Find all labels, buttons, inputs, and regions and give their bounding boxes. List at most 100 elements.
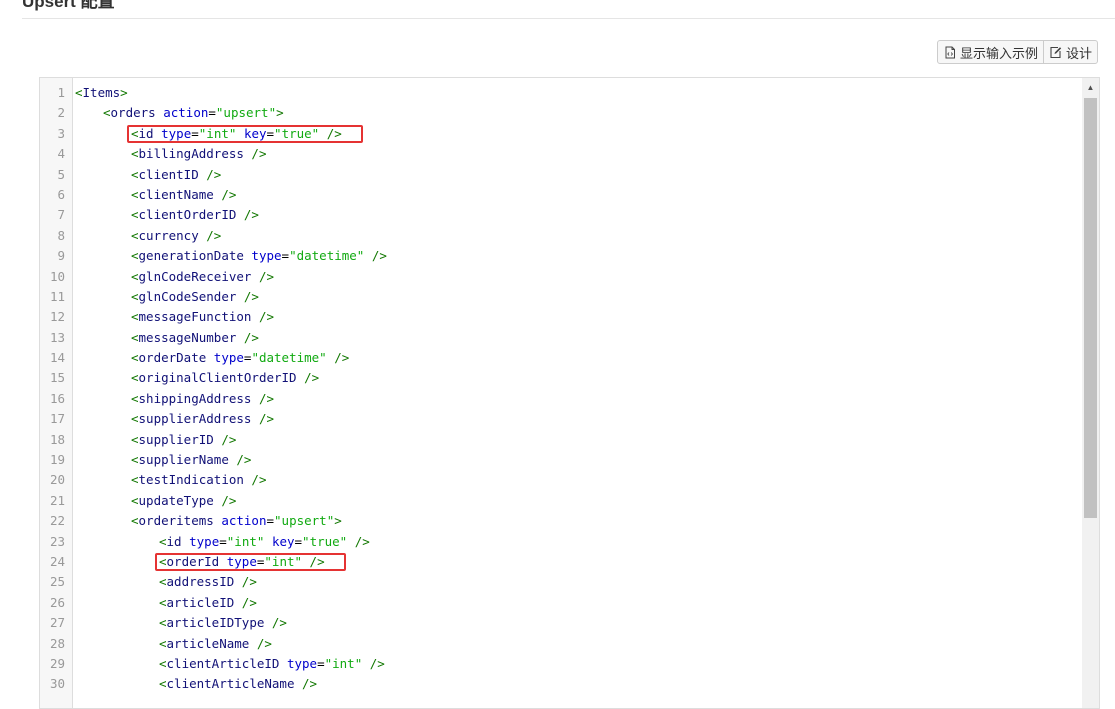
tag-name: supplierName [138, 452, 229, 468]
xml-element: <clientID /> [131, 167, 221, 182]
line-number: 17 [49, 411, 65, 427]
tag-name: articleName [166, 635, 250, 651]
tag-open-bracket: < [131, 268, 139, 284]
code-text: <billingAddress /> [70, 144, 266, 164]
code-text: <addressID /> [70, 572, 257, 592]
line-number: 11 [49, 288, 65, 304]
line-number: 20 [49, 472, 65, 488]
tag-name: updateType [138, 492, 214, 508]
tag-close: /> [251, 411, 274, 427]
line-number: 13 [49, 329, 65, 345]
tag-open-bracket: < [131, 309, 139, 325]
tag-close: /> [213, 492, 237, 508]
code-text: <shippingAddress /> [70, 389, 274, 409]
code-line: 23 <id type="int" key="true" /> [40, 532, 1080, 552]
line-number: 9 [57, 248, 65, 264]
code-text: <supplierID /> [70, 430, 236, 450]
line-number: 29 [49, 655, 65, 671]
attr-name: type [161, 125, 192, 141]
code-line: 16 <shippingAddress /> [40, 389, 1080, 409]
tag-name: articleID [166, 594, 235, 610]
tag-name: messageFunction [138, 309, 252, 325]
tag-close: /> [198, 227, 222, 243]
tag-close: /> [228, 452, 252, 468]
attr-value: "true" [274, 125, 320, 141]
xml-element: <originalClientOrderID /> [131, 370, 319, 385]
show-input-example-label: 显示输入示例 [959, 45, 1038, 61]
attr-name: type [251, 248, 282, 264]
code-lines: 1 <Items> 2 <orders action="upsert"> 3 <id ty… [40, 83, 1080, 695]
code-line: 14 <orderDate type="datetime" /> [40, 348, 1080, 368]
tag-name: orders [110, 105, 156, 121]
scrollbar-thumb[interactable] [1084, 98, 1097, 518]
line-number: 18 [49, 431, 65, 447]
attr-value: "int" [198, 125, 237, 141]
code-text: <supplierName /> [70, 450, 251, 470]
xml-element: <supplierAddress /> [131, 411, 274, 426]
attr-value: "datetime" [251, 350, 327, 366]
xml-code-editor[interactable]: 1 <Items> 2 <orders action="upsert"> 3 <id ty… [39, 77, 1100, 709]
tag-open-bracket: < [131, 248, 139, 264]
code-text: <articleIDType /> [70, 613, 287, 633]
tag-open-bracket: < [159, 635, 167, 651]
code-text: <clientArticleName /> [70, 674, 317, 694]
xml-element: <messageNumber /> [131, 330, 259, 345]
tag-name: id [166, 533, 182, 549]
tag-open-bracket: < [131, 452, 139, 468]
equals: = [208, 105, 216, 121]
attr-name: action [163, 105, 209, 121]
scroll-up-arrow-icon[interactable]: ▲ [1082, 80, 1099, 94]
attr-value: "upsert" [274, 513, 335, 529]
tag-name: currency [138, 227, 199, 243]
code-line: 7 <clientOrderID /> [40, 205, 1080, 225]
line-number: 24 [49, 553, 65, 569]
code-text: <orderitems action="upsert"> [70, 511, 342, 531]
code-line: 12 <messageFunction /> [40, 307, 1080, 327]
tag-open-bracket: < [131, 472, 139, 488]
design-button[interactable]: 设计 [1042, 40, 1098, 64]
tag-close: /> [251, 309, 274, 325]
edit-icon [1049, 45, 1063, 59]
tag-close: /> [362, 655, 385, 671]
code-text: <Items> [70, 83, 128, 103]
code-text: <clientID /> [70, 165, 221, 185]
code-line: 1 <Items> [40, 83, 1080, 103]
tag-name: clientArticleName [166, 676, 295, 692]
tag-close: /> [264, 615, 287, 631]
design-label: 设计 [1065, 45, 1092, 61]
tag-close: /> [243, 146, 267, 162]
code-line: 6 <clientName /> [40, 185, 1080, 205]
tag-open-bracket: < [159, 574, 167, 590]
tag-open-bracket: < [131, 125, 139, 141]
tag-open-bracket: < [131, 390, 139, 406]
tag-close: /> [234, 574, 257, 590]
xml-element: <articleIDType /> [159, 615, 287, 630]
code-line: 26 <articleID /> [40, 593, 1080, 613]
vertical-scrollbar[interactable]: ▲ [1082, 78, 1099, 708]
attr-name: key [243, 125, 267, 141]
code-text: <id type="int" key="true" /> [70, 532, 370, 552]
tag-close: /> [213, 431, 237, 447]
tag-name: addressID [166, 574, 235, 590]
line-number: 28 [49, 635, 65, 651]
tag-open-bracket: < [159, 594, 167, 610]
tag-close: /> [364, 248, 387, 264]
line-number: 23 [49, 533, 65, 549]
tag-name: generationDate [138, 248, 244, 264]
code-line: 29 <clientArticleID type="int" /> [40, 654, 1080, 674]
code-line: 10 <glnCodeReceiver /> [40, 267, 1080, 287]
xml-element: <clientOrderID /> [131, 207, 259, 222]
line-number: 8 [57, 227, 65, 243]
code-text: <messageFunction /> [70, 307, 274, 327]
attr-name: type [226, 553, 257, 569]
code-text: <articleID /> [70, 593, 257, 613]
tag-name: orderitems [138, 513, 214, 529]
show-input-example-button[interactable]: 显示输入示例 [936, 40, 1044, 64]
tag-open-bracket: < [159, 533, 167, 549]
xml-element: <addressID /> [159, 574, 257, 589]
xml-element: <clientName /> [131, 187, 236, 202]
tag-open-bracket: < [131, 146, 139, 162]
code-text: <orderDate type="datetime" /> [70, 348, 349, 368]
